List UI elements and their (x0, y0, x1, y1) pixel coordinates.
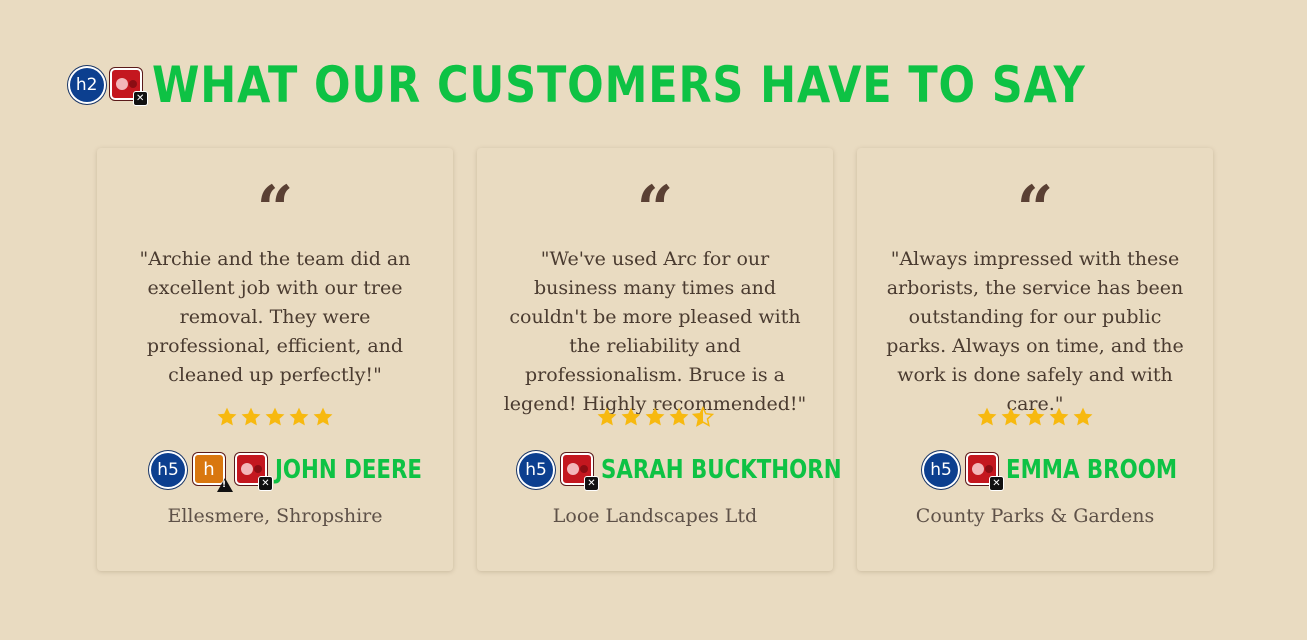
red-broken-image-icon: ✕ (966, 453, 1004, 491)
quote-mark-icon: “ (636, 172, 674, 247)
author-name: SARAH BUCKTHORN (601, 455, 842, 485)
author-organisation: Looe Landscapes Ltd (552, 505, 758, 527)
h5-badge-label: h5 (519, 453, 553, 487)
star-full-icon (669, 407, 689, 426)
quote-mark-icon: “ (256, 172, 294, 247)
red-broken-image-icon: ✕ (561, 453, 599, 491)
author-name: EMMA BROOM (1006, 455, 1178, 485)
h5-badge-label: h5 (151, 453, 185, 487)
star-rating (97, 406, 453, 428)
h2-heading-icon: h2 (69, 68, 104, 102)
error-x-icon: ✕ (584, 476, 599, 491)
star-full-icon (977, 407, 997, 426)
star-rating (857, 406, 1213, 428)
red-broken-image-icon: ✕ (235, 453, 273, 491)
orange-link-warning-icon: h ! (193, 453, 233, 492)
author-name: JOHN DEERE (275, 455, 422, 485)
testimonial-card: “ "Archie and the team did an excellent … (97, 148, 453, 571)
testimonial-quote: "We've used Arc for our business many ti… (503, 248, 807, 415)
red-broken-image-icon: ✕ (109, 68, 148, 106)
error-x-icon: ✕ (258, 476, 273, 491)
warning-triangle-icon: ! (217, 478, 233, 492)
star-full-icon (217, 407, 237, 426)
star-full-icon (621, 407, 641, 426)
star-full-icon (645, 407, 665, 426)
h5-heading-icon: h5 (924, 453, 958, 487)
h5-heading-icon: h5 (151, 453, 185, 487)
author-row: h5 ✕ SARAH BUCKTHORN (477, 453, 842, 491)
author-organisation: County Parks & Gardens (915, 505, 1155, 527)
star-full-icon (265, 407, 285, 426)
testimonial-card: “ "Always impressed with these arborists… (857, 148, 1213, 571)
testimonial-card: “ "We've used Arc for our business many … (477, 148, 842, 571)
h5-badge-label: h5 (924, 453, 958, 487)
star-full-icon (313, 407, 333, 426)
star-full-icon (597, 407, 617, 426)
star-full-icon (1025, 407, 1045, 426)
testimonial-cards: “ "Archie and the team did an excellent … (97, 148, 1213, 571)
author-location: Ellesmere, Shropshire (167, 505, 383, 527)
section-title: WHAT OUR CUSTOMERS HAVE TO SAY (151, 56, 1086, 114)
h2-badge-label: h2 (69, 68, 104, 102)
author-row: h5 ✕ EMMA BROOM (857, 453, 1213, 491)
quote-mark-icon: “ (1016, 172, 1054, 247)
star-half-icon (692, 406, 714, 427)
testimonial-quote: "Always impressed with these arborists, … (886, 248, 1184, 415)
star-full-icon (1073, 407, 1093, 426)
error-x-icon: ✕ (132, 91, 148, 106)
error-x-icon: ✕ (989, 476, 1004, 491)
star-full-icon (1049, 407, 1069, 426)
star-full-icon (241, 407, 261, 426)
h5-heading-icon: h5 (519, 453, 553, 487)
star-full-icon (1001, 407, 1021, 426)
author-row: h5 h ! ✕ JOHN DEERE (97, 453, 453, 492)
star-full-icon (289, 407, 309, 426)
testimonial-quote: "Archie and the team did an excellent jo… (139, 248, 411, 386)
star-rating (477, 406, 833, 428)
section-heading-row: h2 ✕ WHAT OUR CUSTOMERS HAVE TO SAY (0, 54, 1307, 116)
